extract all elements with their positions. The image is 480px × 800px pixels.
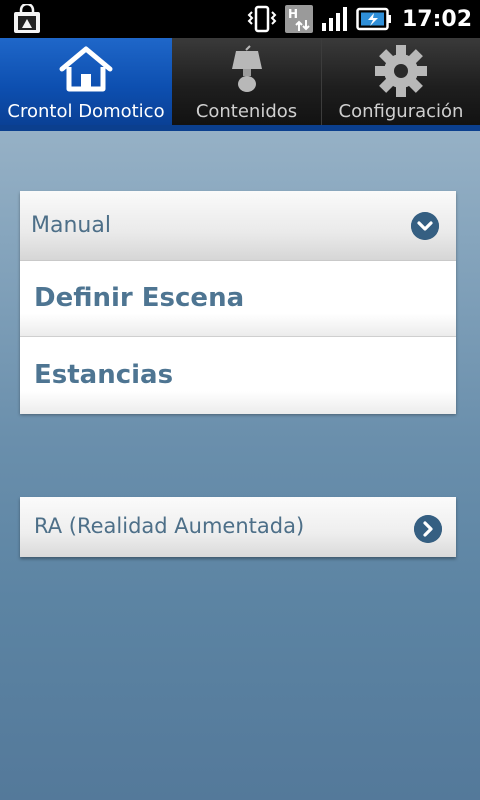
battery-charging-icon (356, 7, 391, 31)
list-item-label: Definir Escena (34, 283, 245, 313)
clock: 17:02 (401, 6, 472, 32)
tab-crontol-domotico[interactable]: Crontol Domotico (0, 38, 172, 128)
tab-contenidos[interactable]: Contenidos (172, 38, 322, 128)
tab-configuracion[interactable]: Configuración (322, 38, 480, 128)
section-title: Manual (31, 213, 111, 238)
vibrate-icon (247, 5, 277, 33)
home-icon (59, 46, 113, 92)
chevron-down-icon[interactable] (411, 212, 439, 240)
shopping-bag-notification-icon[interactable] (12, 4, 42, 34)
manual-section-header[interactable]: Manual (20, 191, 456, 261)
realidad-aumentada-button[interactable]: RA (Realidad Aumentada) (20, 497, 456, 557)
list-item-estancias[interactable]: Estancias (20, 338, 456, 414)
network-type-label: H (288, 7, 298, 21)
list-item-label: Estancias (34, 360, 174, 390)
manual-panel: Manual Definir Escena Estancias (20, 191, 456, 414)
tab-label: Configuración (338, 101, 464, 122)
gear-icon (375, 45, 427, 97)
lamp-icon (231, 45, 262, 92)
hsdpa-data-icon: H (284, 5, 313, 33)
tab-indicator-bar (0, 125, 480, 131)
chevron-right-icon (414, 515, 442, 543)
list-item-definir-escena[interactable]: Definir Escena (20, 261, 456, 337)
tab-bar: Crontol Domotico Contenidos Configuració… (0, 38, 480, 128)
status-bar: H 17:02 (0, 0, 480, 38)
tab-label: Crontol Domotico (7, 101, 165, 122)
signal-icon (321, 7, 347, 31)
tab-label: Contenidos (195, 101, 298, 122)
ra-label: RA (Realidad Aumentada) (34, 514, 305, 538)
